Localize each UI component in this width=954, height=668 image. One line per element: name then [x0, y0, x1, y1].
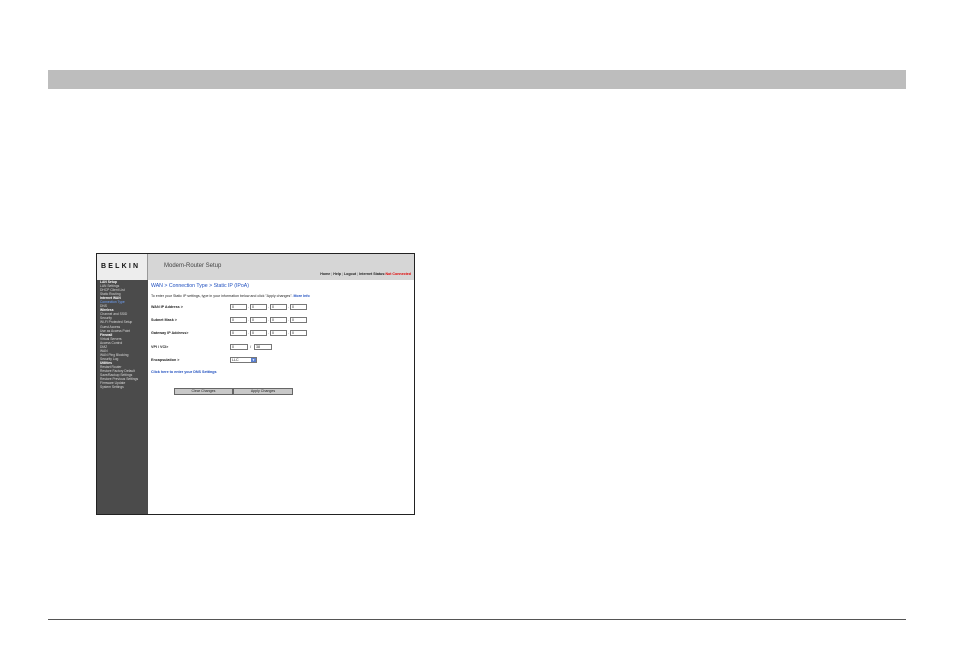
encapsulation-label: Encapsulation >	[151, 358, 180, 362]
gateway-ip-label: Gateway IP Address>	[151, 331, 189, 335]
dot-separator: .	[248, 317, 250, 322]
logout-link[interactable]: Logout	[344, 272, 356, 276]
top-nav: Home|Help|Logout|Internet Status:Not Con…	[320, 272, 411, 276]
nav-separator: |	[342, 272, 343, 276]
page-title: Modem-Router Setup	[164, 263, 222, 269]
top-banner-bar	[48, 70, 906, 89]
dot-separator: .	[288, 317, 290, 322]
intro-sentence: To enter your Static IP settings, type i…	[151, 294, 293, 298]
vpi-vci-label: VPI / VCI>	[151, 345, 169, 349]
belkin-logo: BELKIN	[97, 254, 148, 280]
main-content: WAN > Connection Type > Static IP (IPoA)…	[151, 280, 411, 510]
bottom-divider	[48, 619, 906, 620]
sidebar-item-system-settings[interactable]: System Settings	[97, 385, 148, 389]
chevron-down-icon: ▼	[251, 358, 256, 362]
apply-changes-button[interactable]: Apply Changes	[233, 388, 293, 395]
breadcrumb: WAN > Connection Type > Static IP (IPoA)	[151, 283, 249, 289]
slash-separator: /	[250, 344, 252, 349]
wan-ip-octet-4[interactable]: 0	[290, 304, 307, 310]
dot-separator: .	[248, 330, 250, 335]
gateway-octet-2[interactable]: 0	[250, 330, 267, 336]
dns-settings-link[interactable]: Click here to enter your DNS Settings	[151, 370, 217, 374]
dot-separator: .	[268, 330, 270, 335]
gateway-octet-1[interactable]: 0	[230, 330, 247, 336]
wan-ip-label: WAN IP Address >	[151, 305, 183, 309]
dot-separator: .	[288, 330, 290, 335]
wan-ip-octet-3[interactable]: 0	[270, 304, 287, 310]
brand-text: BELKIN	[101, 263, 141, 270]
subnet-octet-2[interactable]: 0	[250, 317, 267, 323]
subnet-octet-4[interactable]: 0	[290, 317, 307, 323]
help-link[interactable]: Help	[333, 272, 341, 276]
wan-ip-octet-2[interactable]: 0	[250, 304, 267, 310]
vpi-input[interactable]: 0	[230, 344, 248, 350]
encapsulation-select[interactable]: LLC ▼	[230, 357, 257, 363]
intro-text: To enter your Static IP settings, type i…	[151, 294, 310, 298]
wan-ip-octet-1[interactable]: 0	[230, 304, 247, 310]
dot-separator: .	[268, 317, 270, 322]
router-screenshot: BELKIN Modem-Router Setup Home|Help|Logo…	[96, 253, 415, 515]
internet-status-label: Internet Status:	[359, 272, 386, 276]
more-info-link[interactable]: More Info	[294, 294, 310, 298]
nav-separator: |	[357, 272, 359, 276]
subnet-octet-3[interactable]: 0	[270, 317, 287, 323]
encapsulation-value: LLC	[232, 358, 239, 362]
subnet-mask-label: Subnet Mask >	[151, 318, 177, 322]
home-link[interactable]: Home	[320, 272, 330, 276]
gateway-octet-4[interactable]: 0	[290, 330, 307, 336]
internet-status-value: Not Connected	[385, 272, 411, 276]
dot-separator: .	[248, 304, 250, 309]
gateway-octet-3[interactable]: 0	[270, 330, 287, 336]
dot-separator: .	[268, 304, 270, 309]
subnet-octet-1[interactable]: 0	[230, 317, 247, 323]
vci-input[interactable]: 38	[254, 344, 272, 350]
sidebar-menu: LAN Setup LAN Settings DHCP Client List Sta…	[97, 280, 148, 514]
clear-changes-button[interactable]: Clear Changes	[174, 388, 233, 395]
dot-separator: .	[288, 304, 290, 309]
router-header: BELKIN Modem-Router Setup Home|Help|Logo…	[97, 254, 414, 280]
